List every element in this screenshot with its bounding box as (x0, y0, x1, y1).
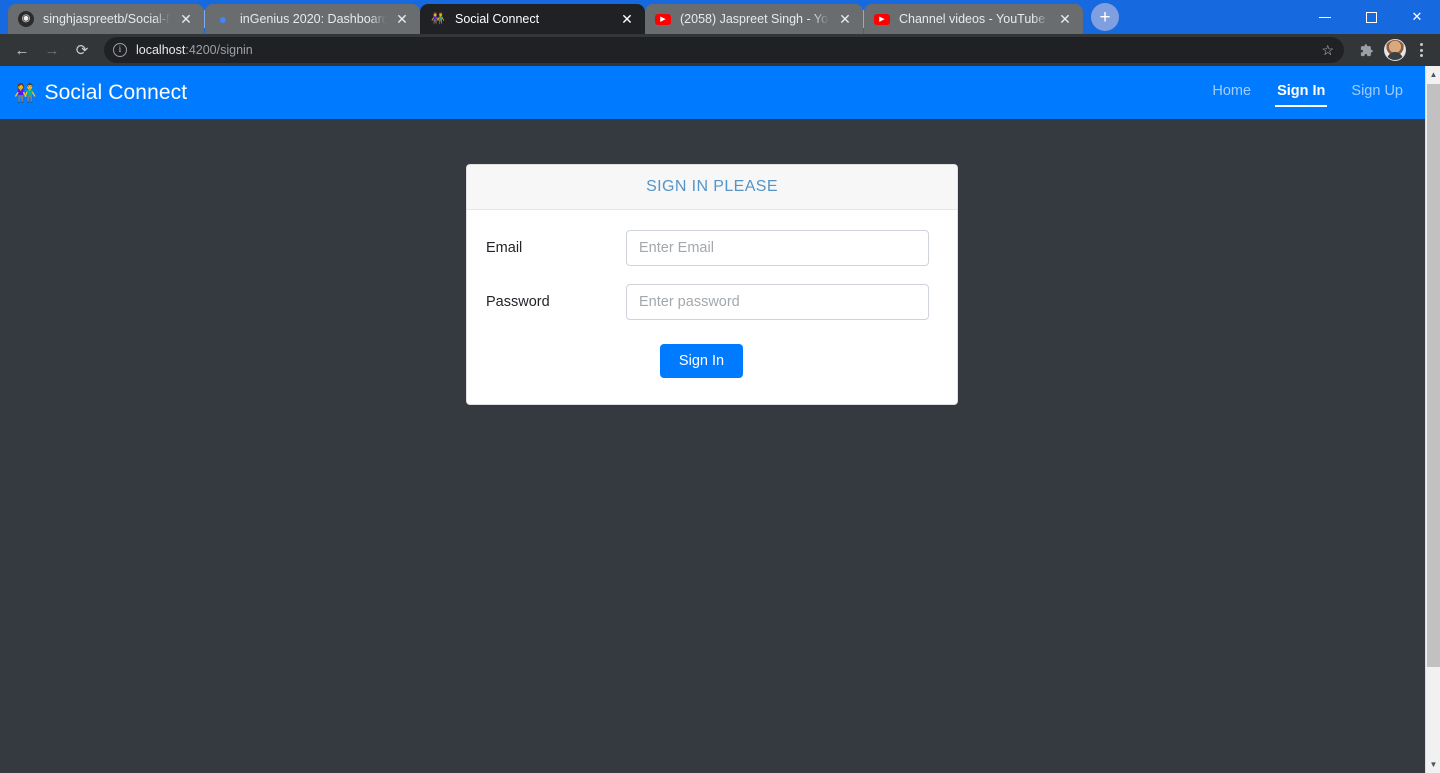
tab-strip: ◉ singhjaspreetb/Social-Network: T ✕ ● i… (0, 0, 1440, 34)
scrollbar-thumb[interactable] (1427, 84, 1440, 667)
tab-close-button[interactable]: ✕ (835, 9, 855, 29)
url-path: :4200/signin (185, 43, 253, 57)
people-logo-icon: 👫 (14, 82, 37, 103)
extensions-puzzle-icon[interactable] (1352, 36, 1380, 64)
youtube-icon: ▶ (874, 13, 890, 25)
nav-link-sign-up[interactable]: Sign Up (1349, 79, 1405, 107)
browser-tab[interactable]: ◉ singhjaspreetb/Social-Network: T ✕ (8, 4, 204, 34)
new-tab-button[interactable]: + (1091, 3, 1119, 31)
people-icon: 👫 (431, 12, 445, 25)
tab-close-button[interactable]: ✕ (176, 9, 196, 29)
password-label: Password (486, 294, 550, 310)
sign-in-card: SIGN IN PLEASE Email Password Sign In (466, 164, 958, 405)
card-header: SIGN IN PLEASE (467, 165, 957, 210)
reload-icon[interactable]: ⟳ (68, 36, 96, 64)
password-input[interactable] (626, 284, 929, 320)
nav-link-sign-in[interactable]: Sign In (1275, 79, 1328, 107)
youtube-icon: ▶ (655, 13, 671, 25)
scroll-up-arrow-icon[interactable]: ▲ (1426, 66, 1440, 83)
tab-title: (2058) Jaspreet Singh - YouTube (680, 12, 829, 26)
site-navbar: 👫 Social Connect Home Sign In Sign Up (0, 66, 1425, 119)
browser-window: ◉ singhjaspreetb/Social-Network: T ✕ ● i… (0, 0, 1440, 773)
tab-close-button[interactable]: ✕ (1055, 9, 1075, 29)
form-row-email: Email (486, 230, 929, 266)
site-info-icon[interactable]: i (113, 43, 127, 57)
sign-in-button[interactable]: Sign In (659, 344, 744, 378)
card-body: Email Password Sign In (467, 210, 957, 404)
profile-avatar[interactable] (1384, 39, 1406, 61)
back-icon[interactable]: ← (8, 36, 36, 64)
address-bar[interactable]: i localhost:4200/signin ☆ (104, 37, 1344, 63)
forward-icon[interactable]: → (38, 36, 66, 64)
window-controls: ✕ (1302, 0, 1440, 34)
tab-title: Social Connect (455, 12, 540, 26)
email-input[interactable] (626, 230, 929, 266)
tab-close-button[interactable]: ✕ (617, 9, 637, 29)
browser-menu-icon[interactable] (1410, 36, 1432, 64)
tab-title: Channel videos - YouTube Studio (899, 12, 1049, 26)
browser-toolbar: ← → ⟳ i localhost:4200/signin ☆ (0, 34, 1440, 66)
close-window-button[interactable]: ✕ (1394, 0, 1440, 34)
page-viewport: 👫 Social Connect Home Sign In Sign Up SI… (0, 66, 1440, 773)
browser-tab[interactable]: ● inGenius 2020: Dashboard | Devf ✕ (205, 4, 420, 34)
submit-row: Sign In (486, 344, 929, 378)
github-icon: ◉ (18, 11, 34, 27)
email-label: Email (486, 240, 523, 256)
url-text: localhost:4200/signin (136, 43, 253, 57)
url-host: localhost (136, 43, 186, 57)
form-row-password: Password (486, 284, 929, 320)
tab-title: inGenius 2020: Dashboard | Devf (240, 12, 386, 26)
browser-tab[interactable]: ▶ Channel videos - YouTube Studio ✕ (864, 4, 1083, 34)
maximize-button[interactable] (1348, 0, 1394, 34)
card-title: SIGN IN PLEASE (646, 178, 778, 195)
main-nav: Home Sign In Sign Up (1210, 79, 1409, 107)
brand-name: Social Connect (44, 80, 188, 104)
browser-tab-active[interactable]: 👫 Social Connect ✕ (420, 4, 645, 34)
browser-tab[interactable]: ▶ (2058) Jaspreet Singh - YouTube ✕ (645, 4, 863, 34)
tab-close-button[interactable]: ✕ (392, 9, 412, 29)
brand[interactable]: 👫 Social Connect (14, 81, 187, 105)
ingenius-icon: ● (218, 11, 228, 27)
scroll-down-arrow-icon[interactable]: ▼ (1426, 756, 1440, 773)
minimize-button[interactable] (1302, 0, 1348, 34)
tab-title: singhjaspreetb/Social-Network: T (43, 12, 170, 26)
page-scrollbar[interactable]: ▲ ▼ (1425, 66, 1440, 773)
nav-link-home[interactable]: Home (1210, 79, 1253, 107)
bookmark-star-icon[interactable]: ☆ (1321, 42, 1334, 59)
